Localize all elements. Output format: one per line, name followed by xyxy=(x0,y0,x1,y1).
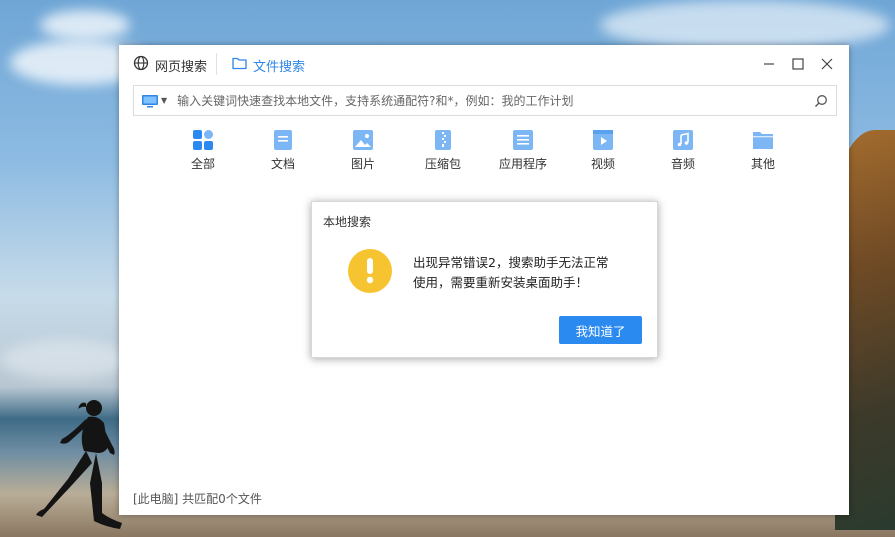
maximize-icon xyxy=(792,58,804,70)
error-dialog: 本地搜索 出现异常错误2，搜索助手无法正常 使用，需要重新安装桌面助手！ 我知道… xyxy=(311,201,658,358)
maximize-button[interactable] xyxy=(786,53,810,75)
search-scope-dropdown[interactable]: ▼ xyxy=(141,94,177,108)
category-video-label: 视频 xyxy=(590,157,615,171)
archive-icon xyxy=(435,130,451,150)
category-bar: 全部 文档 图片 压缩包 应用程序 视频 音频 其他 xyxy=(163,129,803,175)
category-other[interactable]: 其他 xyxy=(723,129,803,175)
category-audio-label: 音频 xyxy=(670,157,695,171)
document-icon xyxy=(274,130,292,150)
all-icon xyxy=(193,130,213,150)
category-video[interactable]: 视频 xyxy=(563,129,643,175)
category-archive[interactable]: 压缩包 xyxy=(403,129,483,175)
dialog-message-line2: 使用，需要重新安装桌面助手！ xyxy=(413,275,589,290)
search-input[interactable] xyxy=(177,87,806,114)
tab-file-search-label: 文件搜索 xyxy=(253,59,306,75)
audio-icon xyxy=(673,130,693,150)
dialog-message: 出现异常错误2，搜索助手无法正常 使用，需要重新安装桌面助手！ xyxy=(413,253,638,293)
search-bar: ▼ xyxy=(133,85,837,116)
category-audio[interactable]: 音频 xyxy=(643,129,723,175)
search-icon xyxy=(815,94,827,107)
tab-divider xyxy=(216,53,217,75)
category-document[interactable]: 文档 xyxy=(243,129,323,175)
category-archive-label: 压缩包 xyxy=(424,157,461,171)
category-all[interactable]: 全部 xyxy=(163,129,243,175)
dialog-message-line1: 出现异常错误2，搜索助手无法正常 xyxy=(413,255,609,270)
category-image-label: 图片 xyxy=(350,157,375,171)
chevron-down-icon: ▼ xyxy=(161,96,168,105)
dialog-title: 本地搜索 xyxy=(323,215,372,229)
category-document-label: 文档 xyxy=(270,157,295,171)
folder-icon xyxy=(232,56,253,74)
close-button[interactable] xyxy=(815,53,839,75)
tab-file-search[interactable]: 文件搜索 xyxy=(232,55,305,75)
minimize-icon xyxy=(764,63,774,65)
category-image[interactable]: 图片 xyxy=(323,129,403,175)
close-icon xyxy=(821,58,833,70)
warning-icon xyxy=(348,249,392,293)
globe-icon xyxy=(133,55,155,75)
ok-button[interactable]: 我知道了 xyxy=(559,316,642,344)
application-icon xyxy=(513,130,533,150)
other-icon xyxy=(753,132,773,149)
video-icon xyxy=(593,130,613,150)
status-text: [此电脑] 共匹配0个文件 xyxy=(133,492,262,506)
computer-icon xyxy=(142,94,158,107)
runner-silhouette xyxy=(36,400,122,529)
search-button[interactable] xyxy=(806,87,836,115)
tab-web-search[interactable]: 网页搜索 xyxy=(133,55,207,75)
category-other-label: 其他 xyxy=(750,157,775,171)
category-application[interactable]: 应用程序 xyxy=(483,129,563,175)
title-bar: 网页搜索 文件搜索 xyxy=(119,45,849,83)
tab-web-search-label: 网页搜索 xyxy=(155,59,208,75)
category-application-label: 应用程序 xyxy=(498,157,547,171)
image-icon xyxy=(353,130,373,150)
minimize-button[interactable] xyxy=(757,53,781,75)
category-all-label: 全部 xyxy=(190,157,215,171)
